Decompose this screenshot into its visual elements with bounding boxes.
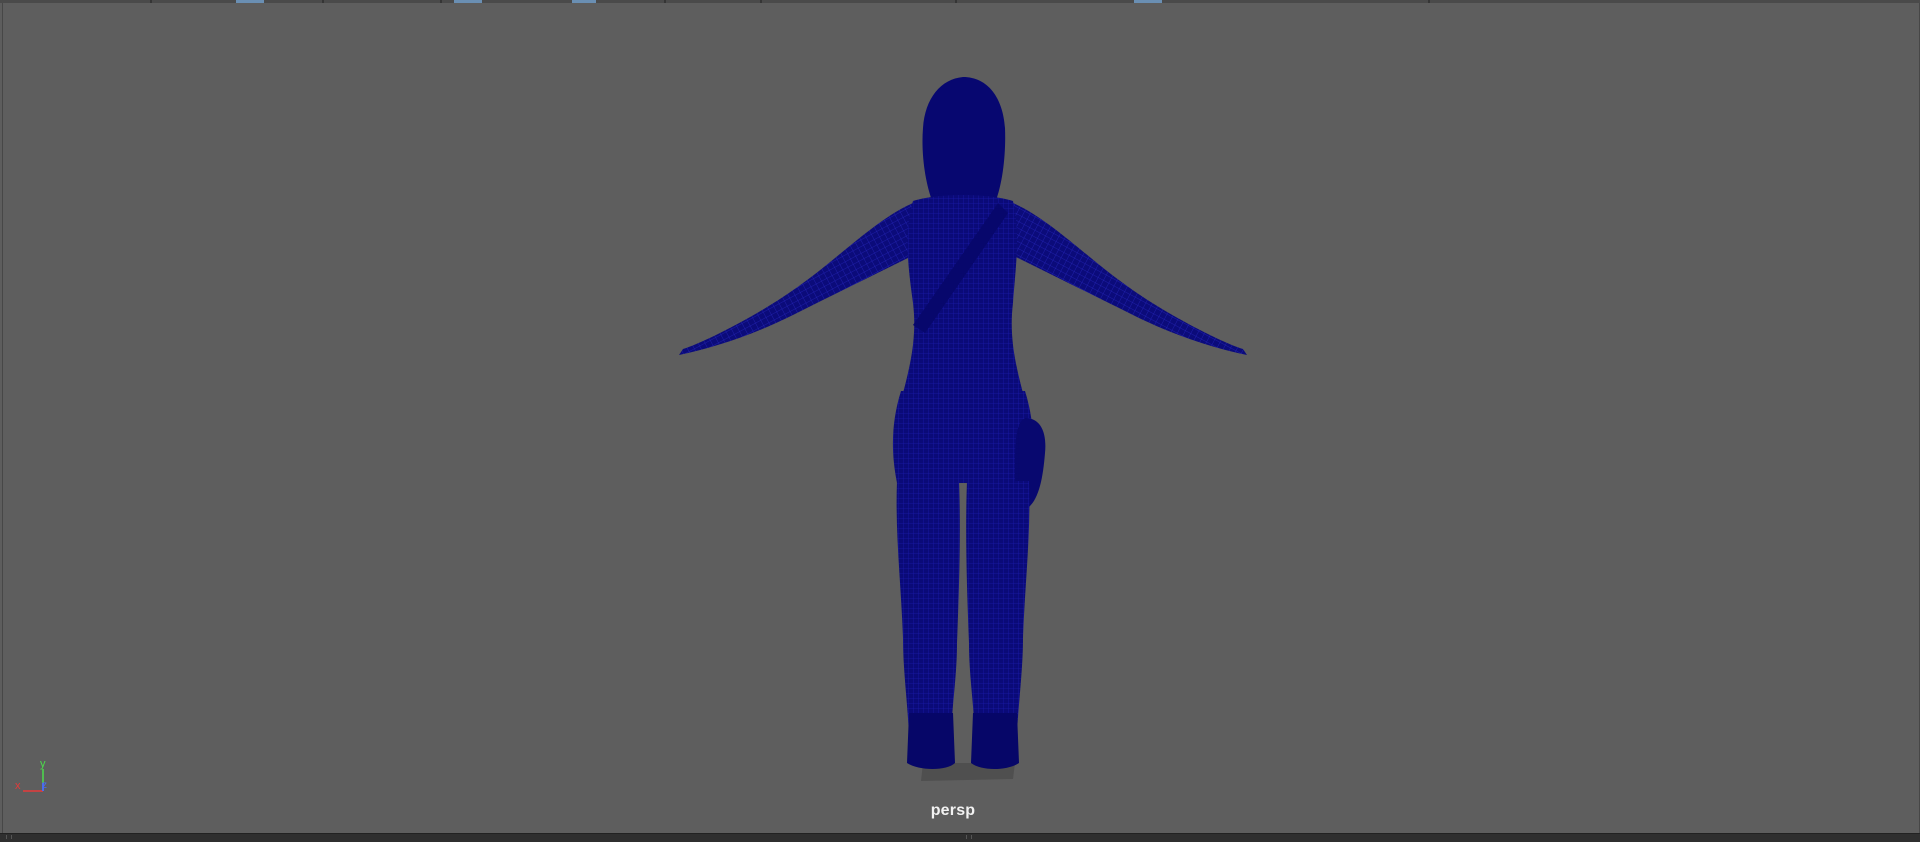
camera-name-label: persp <box>930 802 976 819</box>
maya-viewport-window: persp y x z <box>0 0 1920 842</box>
resize-grip-icon[interactable] <box>966 835 972 839</box>
z-axis-label: z <box>42 780 47 791</box>
bottom-panel-edge <box>0 833 1920 842</box>
perspective-viewport[interactable]: persp y x z <box>2 3 1920 834</box>
character-wireframe-icon[interactable] <box>663 73 1263 793</box>
axis-gizmo: y x z <box>15 758 47 792</box>
resize-grip-icon[interactable] <box>6 835 12 839</box>
x-axis-label: x <box>15 780 21 792</box>
y-axis-label: y <box>40 758 46 770</box>
